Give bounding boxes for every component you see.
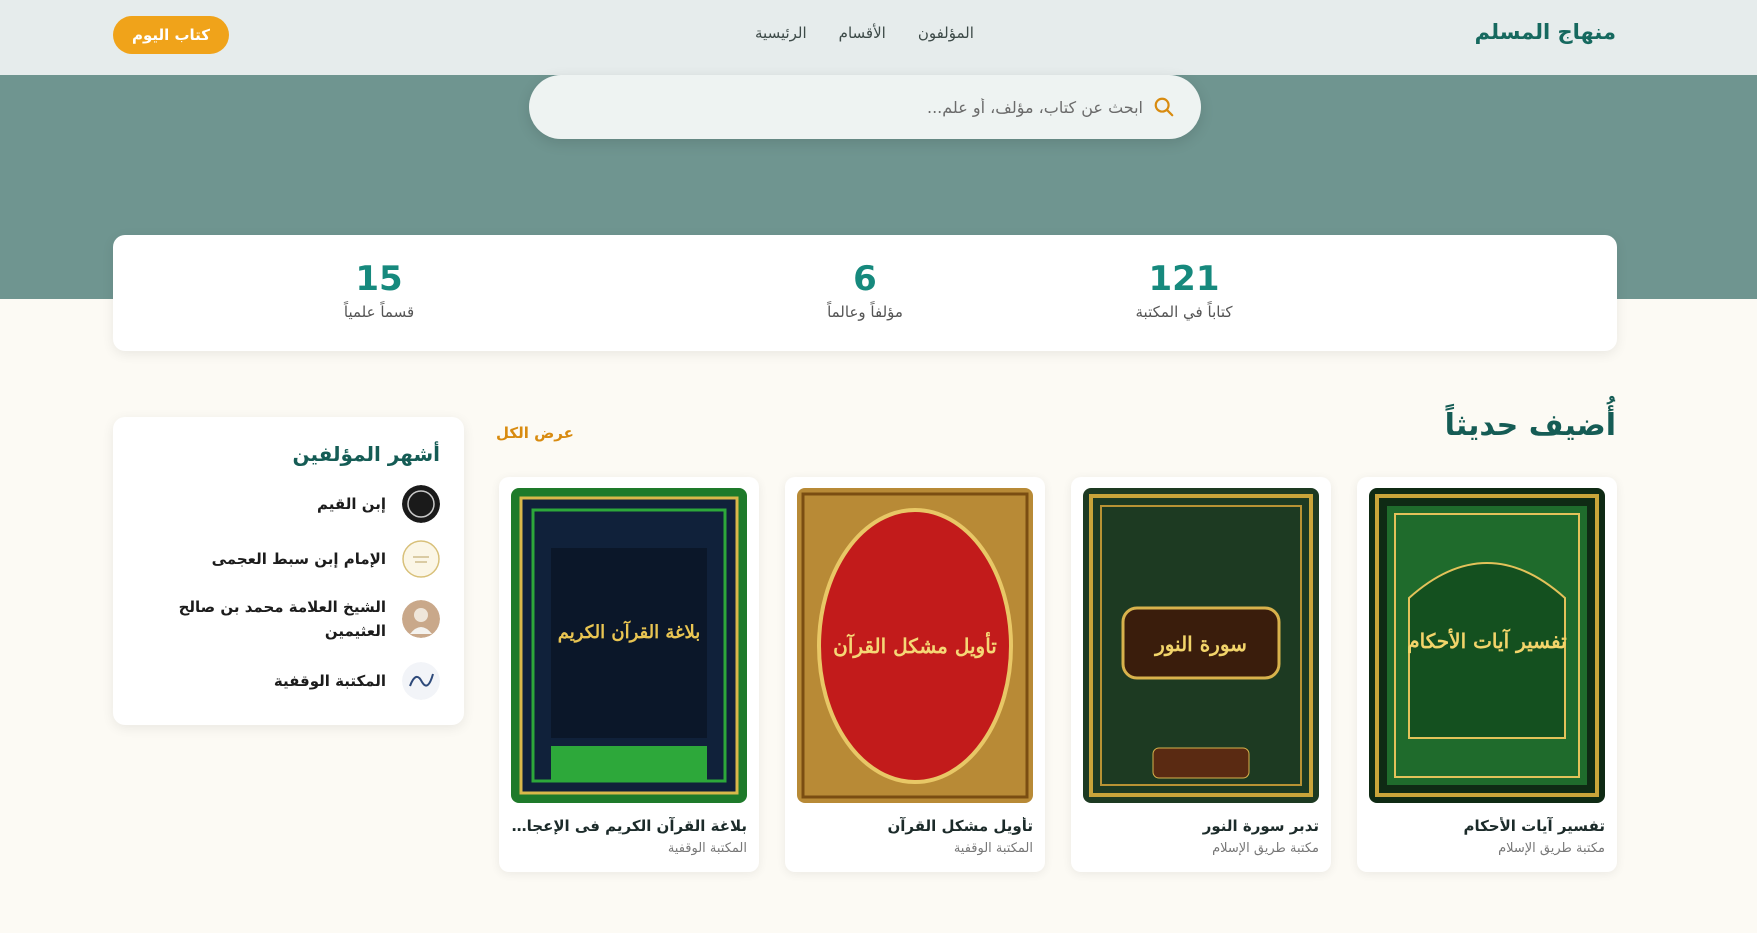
search-input[interactable] xyxy=(583,93,1143,121)
book-of-the-day-button[interactable]: كتاب اليوم xyxy=(113,16,229,54)
search-icon[interactable] xyxy=(1153,96,1175,118)
book-cover: تأويل مشكل القرآن xyxy=(797,488,1033,803)
author-name[interactable]: الشيخ العلامة محمد بن صالح العثيمين xyxy=(156,595,386,643)
book-cover: بلاغة القرآن الكريم xyxy=(511,488,747,803)
book-publisher: المكتبة الوقفية xyxy=(667,841,747,856)
stat-books: 121 كتاباً في المكتبة xyxy=(1064,259,1304,321)
author-item[interactable]: إبن القيم xyxy=(140,485,440,523)
author-item[interactable]: المكتبة الوقفية xyxy=(140,662,440,700)
view-all-link[interactable]: عرض الكل xyxy=(496,424,574,442)
stat-books-value: 121 xyxy=(1148,259,1220,299)
site-logo[interactable]: منهاج المسلم xyxy=(1475,20,1616,44)
book-title[interactable]: بلاغة القرآن الكريم فى الإعجاز إعرابا وت… xyxy=(511,817,747,835)
nav-authors[interactable]: المؤلفون xyxy=(918,24,974,42)
author-avatar xyxy=(402,540,440,578)
book-card[interactable]: تأويل مشكل القرآن تأويل مشكل القرآن المك… xyxy=(785,477,1045,872)
book-title[interactable]: تفسير آيات الأحكام xyxy=(1369,817,1605,835)
stat-authors-label: مؤلفاً وعالماً xyxy=(827,303,903,321)
book-cover: تفسير آيات الأحكام xyxy=(1369,488,1605,803)
nav-categories[interactable]: الأقسام xyxy=(839,24,886,42)
book-title[interactable]: تدبر سورة النور xyxy=(1083,817,1319,835)
book-cover: سورة النور xyxy=(1083,488,1319,803)
stat-categories-label: قسماً علمياً xyxy=(343,303,415,321)
search-bar xyxy=(529,75,1201,139)
cover-title: تأويل مشكل القرآن xyxy=(833,632,997,659)
author-avatar xyxy=(402,662,440,700)
stat-categories: 15 قسماً علمياً xyxy=(259,259,499,321)
book-title[interactable]: تأويل مشكل القرآن xyxy=(797,817,1033,835)
author-avatar xyxy=(402,600,440,638)
book-publisher: مكتبة طريق الإسلام xyxy=(1498,841,1605,856)
stat-authors: 6 مؤلفاً وعالماً xyxy=(745,259,985,321)
author-name[interactable]: المكتبة الوقفية xyxy=(274,669,386,693)
stats-panel: 121 كتاباً في المكتبة 6 مؤلفاً وعالماً 1… xyxy=(113,235,1617,351)
book-card[interactable]: تفسير آيات الأحكام تفسير آيات الأحكام مك… xyxy=(1357,477,1617,872)
book-publisher: المكتبة الوقفية xyxy=(953,841,1033,856)
book-card[interactable]: بلاغة القرآن الكريم بلاغة القرآن الكريم … xyxy=(499,477,759,872)
main-nav: الرئيسية الأقسام المؤلفون xyxy=(755,24,974,42)
stat-authors-value: 6 xyxy=(853,259,877,299)
stat-categories-value: 15 xyxy=(355,259,403,299)
author-item[interactable]: الإمام إبن سبط العجمى xyxy=(140,540,440,578)
top-navbar: منهاج المسلم الرئيسية الأقسام المؤلفون ك… xyxy=(0,0,1757,75)
stat-books-label: كتاباً في المكتبة xyxy=(1135,303,1233,321)
book-publisher: مكتبة طريق الإسلام xyxy=(1212,841,1319,856)
cover-title: تفسير آيات الأحكام xyxy=(1407,628,1567,654)
nav-home[interactable]: الرئيسية xyxy=(755,24,807,42)
top-authors-title: أشهر المؤلفين xyxy=(292,442,440,466)
book-card[interactable]: سورة النور تدبر سورة النور مكتبة طريق ال… xyxy=(1071,477,1331,872)
top-authors-panel: أشهر المؤلفين إبن القيم الإمام إبن سبط ا… xyxy=(113,417,464,725)
author-avatar xyxy=(402,485,440,523)
cover-title: بلاغة القرآن الكريم xyxy=(558,620,700,643)
recent-section-title: أُضيف حديثاً xyxy=(1444,408,1616,443)
author-name[interactable]: الإمام إبن سبط العجمى xyxy=(212,547,386,571)
cover-title: سورة النور xyxy=(1153,632,1247,657)
author-name[interactable]: إبن القيم xyxy=(317,492,386,516)
author-item[interactable]: الشيخ العلامة محمد بن صالح العثيمين xyxy=(140,595,440,643)
